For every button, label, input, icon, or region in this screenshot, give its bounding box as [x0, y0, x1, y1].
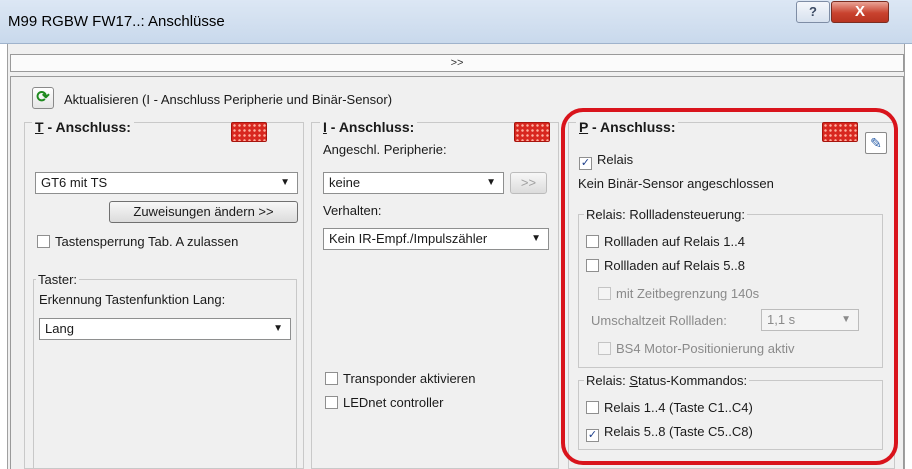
- lock-checkbox[interactable]: Tastensperrung Tab. A zulassen: [37, 234, 238, 249]
- title-bar: M99 RGBW FW17..: Anschlüsse ? X: [0, 0, 912, 44]
- refresh-icon[interactable]: ⟳: [32, 87, 54, 109]
- peripheral-label: Angeschl. Peripherie:: [323, 142, 447, 157]
- expand-bar[interactable]: >>: [10, 54, 904, 72]
- window-title: M99 RGBW FW17..: Anschlüsse: [8, 13, 225, 30]
- chevron-down-icon: ▼: [273, 323, 283, 334]
- chevron-down-icon: ▼: [531, 233, 541, 244]
- panel-t-heading: T - Anschluss:: [32, 119, 134, 135]
- checkbox-icon: [37, 235, 50, 248]
- lednet-checkbox[interactable]: LEDnet controller: [325, 395, 443, 410]
- connector-icon: [231, 122, 267, 142]
- assign-button[interactable]: Zuweisungen ändern >>: [109, 201, 298, 223]
- connector-icon: [514, 122, 550, 142]
- panel-i-heading: I - Anschluss:: [320, 119, 418, 135]
- long-press-select[interactable]: Lang ▼: [39, 318, 291, 340]
- annotation-highlight: [561, 108, 898, 465]
- checkbox-icon: [325, 396, 338, 409]
- behavior-select[interactable]: Kein IR-Empf./Impulszähler ▼: [323, 228, 549, 250]
- transponder-checkbox[interactable]: Transponder aktivieren: [325, 371, 475, 386]
- checkbox-icon: [325, 372, 338, 385]
- long-press-label: Erkennung Tastenfunktion Lang:: [39, 292, 226, 307]
- device-select[interactable]: GT6 mit TS ▼: [35, 172, 298, 194]
- behavior-label: Verhalten:: [323, 203, 382, 218]
- help-button[interactable]: ?: [796, 1, 830, 23]
- peripheral-more-button[interactable]: >>: [510, 172, 547, 194]
- close-button[interactable]: X: [831, 1, 889, 23]
- chevron-down-icon: ▼: [280, 177, 290, 188]
- taster-group: [33, 279, 297, 469]
- peripheral-select[interactable]: keine ▼: [323, 172, 504, 194]
- taster-group-label: Taster:: [36, 272, 80, 287]
- chevron-down-icon: ▼: [486, 177, 496, 188]
- refresh-label: Aktualisieren (I - Anschluss Peripherie …: [64, 92, 393, 107]
